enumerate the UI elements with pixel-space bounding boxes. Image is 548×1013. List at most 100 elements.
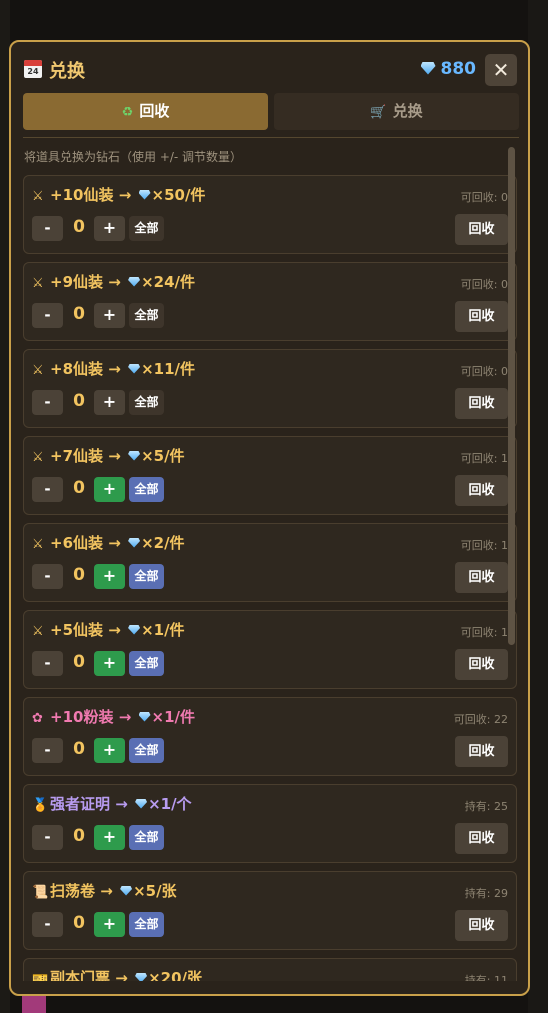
swords-icon: ⚔ — [32, 363, 44, 378]
minus-button[interactable]: - — [32, 477, 63, 502]
all-button[interactable]: 全部 — [129, 825, 164, 850]
list-item: 🏅 强者证明 → ×1/个 持有: 25 -0 + 全部 回收 — [23, 784, 517, 863]
swords-icon: ⚔ — [32, 450, 44, 465]
list-item: ⚔ +8仙装 → ×11/件 可回收: 0 -0 + 全部 回收 — [23, 349, 517, 428]
recycle-button[interactable]: 回收 — [455, 736, 508, 767]
diamond-icon — [420, 61, 436, 75]
item-rate: ×5/张 — [133, 882, 177, 900]
recycle-button[interactable]: 回收 — [455, 475, 508, 506]
recycle-item-list[interactable]: ⚔ +10仙装 → ×50/件 可回收: 0-0 + 全部 回收 ⚔ +9仙装 → ×24/件… — [23, 175, 519, 981]
quantity-value: 0 — [73, 304, 85, 324]
item-title: 🎫 副本门票 → ×20/张 — [32, 967, 202, 981]
recycle-button[interactable]: 回收 — [455, 562, 508, 593]
list-item: ⚔ +5仙装 → ×1/件 可回收: 1 -0 + 全部 回收 — [23, 610, 517, 689]
plus-button[interactable]: + — [94, 477, 125, 502]
arrow-icon: → — [108, 621, 121, 639]
list-item: 📜 扫荡卷 → ×5/张 持有: 29 -0 + 全部 回收 — [23, 871, 517, 950]
arrow-icon: → — [108, 273, 121, 291]
item-rate: ×2/件 — [141, 534, 185, 552]
all-button[interactable]: 全部 — [129, 477, 164, 502]
item-available: 可回收: 1 — [460, 626, 508, 639]
plus-button[interactable]: + — [94, 738, 125, 763]
item-rate: ×1/个 — [148, 795, 192, 813]
plus-button[interactable]: + — [94, 564, 125, 589]
close-button[interactable]: ✕ — [485, 54, 517, 86]
item-title: ⚔ +7仙装 → ×5/件 — [32, 445, 185, 466]
diamond-balance-value: 880 — [440, 59, 477, 79]
plus-button[interactable]: + — [94, 912, 125, 937]
minus-button[interactable]: - — [32, 564, 63, 589]
plus-button[interactable]: + — [94, 651, 125, 676]
all-button[interactable]: 全部 — [129, 390, 164, 415]
plus-button[interactable]: + — [94, 216, 125, 241]
list-item: ⚔ +10仙装 → ×50/件 可回收: 0 -0 + 全部 回收 — [23, 175, 517, 254]
item-rate: ×11/件 — [141, 360, 195, 378]
all-button[interactable]: 全部 — [129, 564, 164, 589]
item-available: 持有: 29 — [464, 887, 508, 900]
tab-exchange[interactable]: 🛒 兑换 — [274, 93, 519, 130]
item-available: 可回收: 0 — [460, 278, 508, 291]
dialog-header: 24 兑换 880 ✕ — [11, 42, 528, 92]
item-available: 可回收: 1 — [460, 452, 508, 465]
background-right-panel — [528, 0, 548, 1013]
plus-button[interactable]: + — [94, 390, 125, 415]
arrow-icon: → — [108, 360, 121, 378]
recycle-button[interactable]: 回收 — [455, 214, 508, 245]
item-rate: ×24/件 — [141, 273, 195, 291]
item-name: +9仙装 — [50, 273, 104, 291]
swords-icon: ⚔ — [32, 537, 44, 552]
tab-exchange-label: 兑换 — [392, 102, 423, 120]
minus-button[interactable]: - — [32, 390, 63, 415]
arrow-icon: → — [118, 186, 132, 204]
list-item: 🎫副本门票 → ×20/张持有: 11-0+全部回收 — [23, 958, 517, 981]
all-button[interactable]: 全部 — [129, 912, 164, 937]
swords-icon: ⚔ — [32, 276, 44, 291]
scrollbar-thumb[interactable] — [508, 147, 515, 645]
item-name: +5仙装 — [50, 621, 104, 639]
plus-button[interactable]: + — [94, 825, 125, 850]
minus-button[interactable]: - — [32, 825, 63, 850]
diamond-balance: 880 — [420, 59, 477, 79]
arrow-icon: → — [118, 708, 132, 726]
recycle-button[interactable]: 回收 — [455, 649, 508, 680]
all-button[interactable]: 全部 — [129, 651, 164, 676]
plus-button[interactable]: + — [94, 303, 125, 328]
item-name: +6仙装 — [50, 534, 104, 552]
diamond-icon — [138, 189, 151, 200]
recycle-button[interactable]: 回收 — [455, 301, 508, 332]
all-button[interactable]: 全部 — [129, 216, 164, 241]
quantity-value: 0 — [73, 391, 85, 411]
recycle-button[interactable]: 回收 — [455, 823, 508, 854]
item-available: 可回收: 22 — [453, 713, 508, 726]
all-button[interactable]: 全部 — [129, 738, 164, 763]
minus-button[interactable]: - — [32, 912, 63, 937]
minus-button[interactable]: - — [32, 651, 63, 676]
item-name: +10仙装 — [50, 186, 114, 204]
quantity-value: 0 — [73, 913, 85, 933]
arrow-icon: → — [115, 795, 128, 813]
item-name: 扫荡卷 — [50, 882, 96, 900]
item-name: +7仙装 — [50, 447, 104, 465]
item-name: 强者证明 — [50, 795, 111, 813]
item-name: +8仙装 — [50, 360, 104, 378]
recycle-button[interactable]: 回收 — [455, 388, 508, 419]
tab-recycle[interactable]: ♻ 回收 — [23, 93, 268, 130]
diamond-icon — [128, 450, 141, 461]
item-rate: ×1/件 — [151, 708, 195, 726]
ticket-icon: 🎫 — [32, 972, 49, 981]
recycle-icon: ♻ — [121, 105, 134, 120]
all-button[interactable]: 全部 — [129, 303, 164, 328]
item-title: ⚔ +6仙装 → ×2/件 — [32, 532, 185, 553]
list-item: ⚔ +9仙装 → ×24/件 可回收: 0 -0 + 全部 回收 — [23, 262, 517, 341]
quantity-value: 0 — [73, 652, 85, 672]
list-item: ⚔ +7仙装 → ×5/件 可回收: 1 -0 + 全部 回收 — [23, 436, 517, 515]
item-available: 可回收: 0 — [460, 191, 508, 204]
flower-icon: ✿ — [32, 711, 43, 726]
item-title: 🏅 强者证明 → ×1/个 — [32, 793, 192, 814]
list-item: ⚔ +6仙装 → ×2/件 可回收: 1 -0 + 全部 回收 — [23, 523, 517, 602]
minus-button[interactable]: - — [32, 216, 63, 241]
minus-button[interactable]: - — [32, 738, 63, 763]
quantity-value: 0 — [73, 826, 85, 846]
minus-button[interactable]: - — [32, 303, 63, 328]
recycle-button[interactable]: 回收 — [455, 910, 508, 941]
